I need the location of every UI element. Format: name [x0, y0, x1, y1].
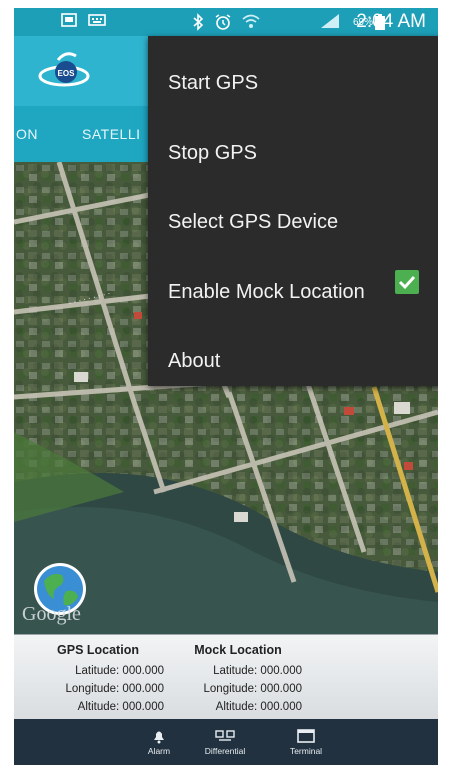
menu-item-enable-mock-location[interactable]: Enable Mock Location	[168, 277, 365, 307]
menu-item-select-gps-device[interactable]: Select GPS Device	[168, 207, 338, 237]
location-info-panel: GPS Location Latitude: 000.000 Longitude…	[14, 634, 438, 719]
mock-latitude: Latitude: 000.000	[213, 665, 302, 677]
mock-location-checkbox[interactable]	[395, 270, 419, 294]
gps-location-title: GPS Location	[57, 643, 139, 657]
status-time: 2:04 AM	[356, 11, 426, 32]
wifi-icon	[242, 13, 260, 34]
gps-altitude: Altitude: 000.000	[77, 701, 164, 713]
bluetooth-icon	[192, 13, 204, 36]
nav-alarm[interactable]: Alarm	[129, 728, 189, 756]
bottom-navigation: Alarm Differential Terminal	[14, 720, 438, 765]
mock-altitude: Altitude: 000.000	[215, 701, 302, 713]
tab-satellites[interactable]: SATELLI	[82, 126, 141, 142]
status-bar: 69% 2:04 AM	[14, 8, 438, 36]
phone-screen: 69% 2:04 AM EOS ON SATELLI . . . . . . .…	[14, 8, 438, 765]
menu-item-stop-gps[interactable]: Stop GPS	[168, 138, 257, 168]
gallery-icon	[61, 13, 77, 32]
menu-item-about[interactable]: About	[168, 346, 220, 376]
app-logo-icon: EOS	[38, 52, 90, 87]
nav-terminal-label: Terminal	[289, 746, 323, 756]
mock-longitude: Longitude: 000.000	[203, 683, 302, 695]
gps-latitude: Latitude: 000.000	[75, 665, 164, 677]
tab-location[interactable]: ON	[16, 126, 38, 142]
nav-differential[interactable]: Differential	[195, 728, 255, 756]
google-attribution: Google	[22, 603, 81, 625]
keyboard-icon	[88, 13, 106, 32]
alarm-icon	[214, 13, 232, 36]
mock-location-column: Mock Location Latitude: 000.000 Longitud…	[174, 641, 302, 716]
gps-longitude: Longitude: 000.000	[65, 683, 164, 695]
nav-terminal[interactable]: Terminal	[276, 728, 336, 756]
menu-item-start-gps[interactable]: Start GPS	[168, 68, 258, 98]
terminal-icon	[276, 728, 336, 746]
svg-text:EOS: EOS	[58, 69, 76, 78]
overflow-menu: Start GPS Stop GPS Select GPS Device Ena…	[148, 36, 438, 386]
differential-icon	[195, 728, 255, 746]
nav-differential-label: Differential	[204, 746, 246, 756]
gps-location-column: GPS Location Latitude: 000.000 Longitude…	[32, 641, 164, 716]
nav-alarm-label: Alarm	[147, 746, 171, 756]
mock-location-title: Mock Location	[194, 643, 282, 657]
alarm-icon	[129, 728, 189, 746]
check-icon	[398, 275, 416, 290]
signal-icon	[320, 13, 340, 34]
